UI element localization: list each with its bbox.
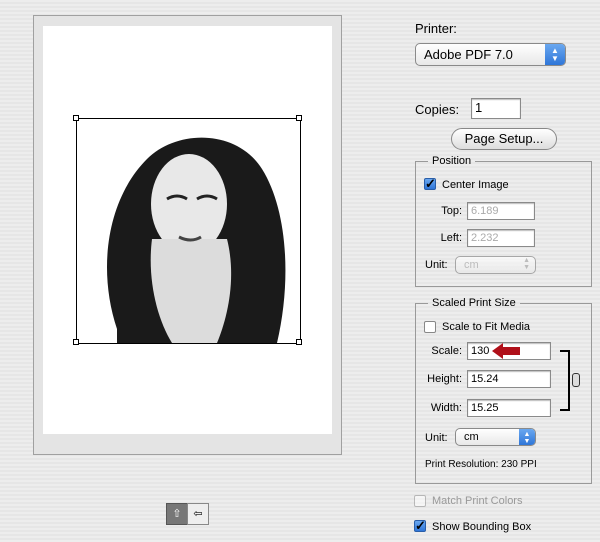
height-label: Height: xyxy=(427,373,462,385)
scale-to-fit-label: Scale to Fit Media xyxy=(442,321,531,333)
copies-label: Copies: xyxy=(415,102,460,117)
printer-select[interactable]: Adobe PDF 7.0 ▲ ▼ xyxy=(415,43,566,66)
resize-handle[interactable] xyxy=(296,115,302,121)
image-preview[interactable] xyxy=(76,118,301,344)
landscape-icon: ⇦ xyxy=(193,508,203,520)
chain-link-icon[interactable] xyxy=(572,373,580,387)
portrait-orientation-button[interactable]: ⇧ xyxy=(166,503,188,525)
print-resolution: Print Resolution: 230 PPI xyxy=(425,459,537,470)
page-setup-button[interactable]: Page Setup... xyxy=(451,128,557,150)
updown-arrows-icon: ▲ ▼ xyxy=(519,429,535,445)
resize-handle[interactable] xyxy=(73,115,79,121)
resize-handle[interactable] xyxy=(296,339,302,345)
updown-arrows-icon: ▲ ▼ xyxy=(545,44,565,65)
position-title: Position xyxy=(432,155,472,167)
top-label: Top: xyxy=(441,205,462,217)
landscape-orientation-button[interactable]: ⇦ xyxy=(187,503,209,525)
scaled-unit-select[interactable]: cm ▲ ▼ xyxy=(455,428,536,446)
link-bracket xyxy=(560,350,570,411)
match-print-colors-checkbox[interactable] xyxy=(414,495,426,507)
center-image-checkbox[interactable]: ✓ xyxy=(424,177,436,190)
resize-handle[interactable] xyxy=(73,339,79,345)
printer-label: Printer: xyxy=(415,21,457,36)
left-input[interactable]: 2.232 xyxy=(467,229,535,247)
position-unit-label: Unit: xyxy=(425,259,448,271)
show-bounding-box-checkbox[interactable]: ✓ xyxy=(414,519,426,532)
portrait-icon: ⇧ xyxy=(172,508,182,520)
position-unit-select[interactable]: cm ▲ ▼ xyxy=(455,256,536,274)
width-label: Width: xyxy=(430,402,462,414)
scale-label: Scale: xyxy=(431,345,462,357)
match-print-colors-label: Match Print Colors xyxy=(432,495,523,507)
height-input[interactable]: 15.24 xyxy=(467,370,551,388)
center-image-label: Center Image xyxy=(442,179,509,191)
left-label: Left: xyxy=(440,232,462,244)
scaled-print-size-title: Scaled Print Size xyxy=(432,297,516,309)
portrait-image xyxy=(107,137,286,343)
copies-input[interactable]: 1 xyxy=(471,98,521,119)
width-input[interactable]: 15.25 xyxy=(467,399,551,417)
scaled-unit-value: cm xyxy=(464,431,479,443)
scaled-unit-label: Unit: xyxy=(425,432,448,444)
updown-arrows-icon: ▲ ▼ xyxy=(523,257,530,271)
top-input[interactable]: 6.189 xyxy=(467,202,535,220)
scale-to-fit-checkbox[interactable] xyxy=(424,321,436,333)
red-arrow-annotation xyxy=(492,343,520,359)
position-unit-value: cm xyxy=(464,259,479,271)
show-bounding-box-label: Show Bounding Box xyxy=(432,521,532,533)
printer-value: Adobe PDF 7.0 xyxy=(424,47,513,62)
